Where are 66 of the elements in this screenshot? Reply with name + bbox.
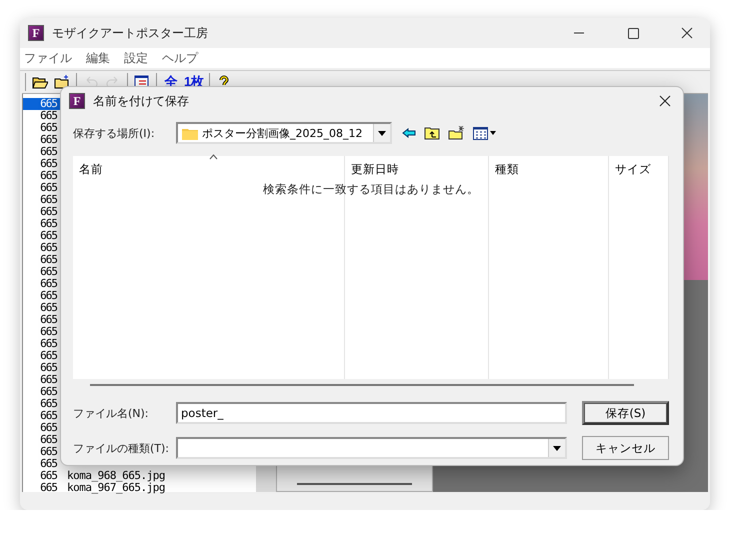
close-icon[interactable] bbox=[659, 95, 671, 107]
save-button[interactable]: 保存(S) bbox=[582, 401, 669, 425]
view-menu-icon[interactable] bbox=[473, 126, 497, 140]
list-number[interactable]: 665 bbox=[23, 110, 63, 122]
list-number[interactable]: 665 bbox=[23, 410, 63, 422]
list-number[interactable]: 665 bbox=[23, 182, 63, 194]
list-number[interactable]: 665 bbox=[23, 122, 63, 134]
sort-caret-icon bbox=[208, 154, 218, 160]
list-number[interactable]: 665 bbox=[23, 386, 63, 398]
list-number[interactable]: 665 bbox=[23, 170, 63, 182]
list-number[interactable]: 665 bbox=[23, 206, 63, 218]
menu-item[interactable]: ファイル bbox=[24, 50, 72, 66]
app-icon: F bbox=[28, 25, 44, 41]
filename-label: ファイル名(N): bbox=[73, 406, 150, 420]
column-header[interactable]: サイズ bbox=[609, 156, 669, 182]
dropdown-arrow-icon[interactable] bbox=[378, 130, 386, 136]
list-number[interactable]: 665 bbox=[23, 434, 63, 446]
list-number[interactable]: 665 bbox=[23, 158, 63, 170]
list-number[interactable]: 665 bbox=[23, 218, 63, 230]
list-number[interactable]: 665 bbox=[23, 374, 63, 386]
column-header[interactable]: 種類 bbox=[489, 156, 609, 182]
up-folder-icon[interactable] bbox=[424, 126, 440, 140]
list-number[interactable]: 665 bbox=[23, 134, 63, 146]
list-number[interactable]: 665 bbox=[23, 98, 63, 110]
column-header[interactable]: 名前 bbox=[73, 156, 345, 182]
list-number[interactable]: 665 bbox=[23, 290, 63, 302]
list-number[interactable]: 665 bbox=[23, 422, 63, 434]
file-name[interactable]: koma_967_665.jpg bbox=[63, 482, 256, 494]
filename-field[interactable]: poster_ bbox=[176, 402, 567, 424]
file-name[interactable]: koma_968_665.jpg bbox=[63, 470, 256, 482]
list-number[interactable]: 665 bbox=[23, 230, 63, 242]
open-folder-icon[interactable] bbox=[32, 75, 48, 89]
list-number[interactable]: 665 bbox=[23, 458, 63, 470]
empty-message: 検索条件に一致する項目はありません。 bbox=[262, 182, 480, 197]
cancel-button[interactable]: キャンセル bbox=[582, 436, 669, 460]
location-label: 保存する場所(I): bbox=[73, 126, 156, 140]
filetype-label: ファイルの種類(T): bbox=[73, 440, 170, 456]
column-header[interactable]: 更新日時 bbox=[345, 156, 489, 182]
new-folder-icon[interactable] bbox=[448, 126, 465, 140]
list-number[interactable]: 665 bbox=[23, 254, 63, 266]
list-number[interactable]: 665 bbox=[23, 350, 63, 362]
menu-item[interactable]: 設定 bbox=[124, 50, 148, 66]
list-number[interactable]: 665 bbox=[23, 446, 63, 458]
list-number[interactable]: 665 bbox=[23, 146, 63, 158]
list-number[interactable]: 665 bbox=[23, 470, 63, 482]
list-number[interactable]: 665 bbox=[23, 194, 63, 206]
new-folder-icon[interactable] bbox=[54, 75, 70, 89]
list-number[interactable]: 665 bbox=[23, 482, 63, 494]
list-number[interactable]: 665 bbox=[23, 314, 63, 326]
menu-item[interactable]: ヘルプ bbox=[162, 50, 198, 66]
list-number[interactable]: 665 bbox=[23, 242, 63, 254]
location-dropdown[interactable]: ポスター分割画像_2025_08_12 bbox=[176, 122, 392, 144]
menu-item[interactable]: 編集 bbox=[86, 50, 110, 66]
folder-icon bbox=[182, 126, 198, 140]
list-number[interactable]: 665 bbox=[23, 326, 63, 338]
back-arrow-icon[interactable] bbox=[402, 128, 416, 138]
list-number[interactable]: 665 bbox=[23, 398, 63, 410]
dropdown-arrow-icon[interactable] bbox=[553, 446, 561, 450]
list-number[interactable]: 665 bbox=[23, 338, 63, 350]
app-icon: F bbox=[69, 93, 85, 109]
window-title: モザイクアートポスター工房 bbox=[52, 24, 209, 42]
list-number[interactable]: 665 bbox=[23, 362, 63, 374]
list-number[interactable]: 665 bbox=[23, 302, 63, 314]
list-number[interactable]: 665 bbox=[23, 266, 63, 278]
list-number[interactable]: 665 bbox=[23, 278, 63, 290]
dialog-title: 名前を付けて保存 bbox=[93, 92, 190, 110]
